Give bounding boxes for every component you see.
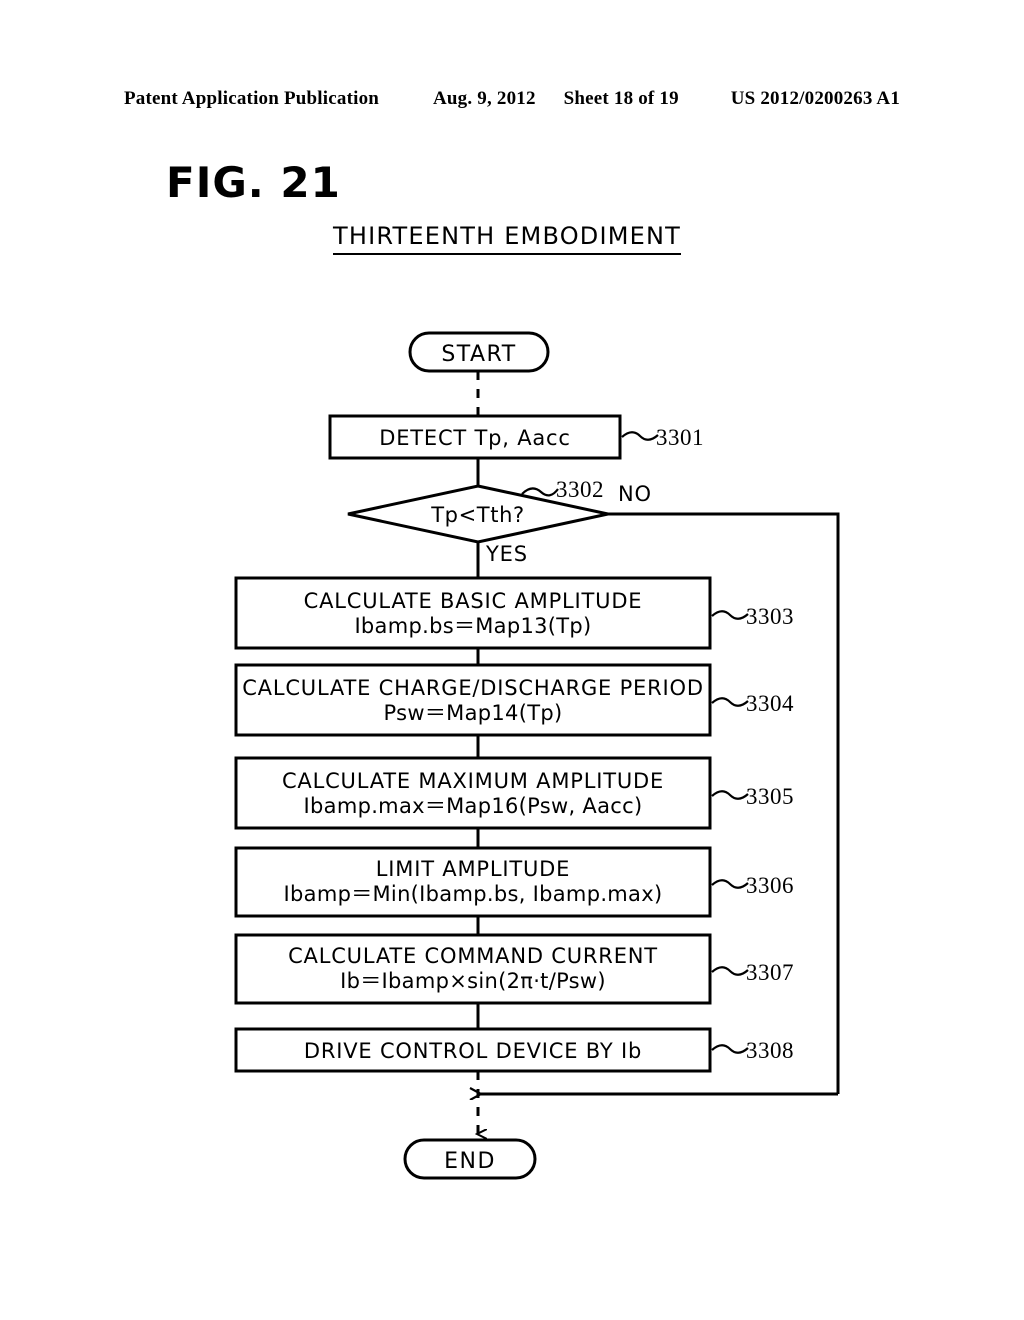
flowchart-svg: [234, 331, 840, 1180]
process-box-3304-shape: [234, 663, 712, 737]
leader-line-3307: [711, 966, 749, 976]
process-box-3305-shape: [234, 756, 712, 830]
process-box-3301-shape: [328, 414, 622, 460]
process-box-3308-shape: [234, 1027, 712, 1073]
process-box-3307-shape: [234, 933, 712, 1005]
leader-line-3305: [711, 790, 749, 800]
leader-line-3301: [621, 431, 659, 441]
start-terminal-shape: [408, 331, 550, 373]
leader-line-3308: [711, 1044, 749, 1054]
decision-diamond-shape: [347, 484, 609, 544]
process-box-3303-shape: [234, 576, 712, 650]
process-box-3306-shape: [234, 846, 712, 918]
leader-line-3302: [521, 487, 559, 497]
leader-line-3303: [711, 610, 749, 620]
leader-line-3304: [711, 697, 749, 707]
flowchart-diagram: START DETECT Tp, Aacc 3301 Tp<Tth? 3302 …: [0, 0, 1024, 1320]
end-terminal-shape: [403, 1138, 537, 1180]
leader-line-3306: [711, 879, 749, 889]
